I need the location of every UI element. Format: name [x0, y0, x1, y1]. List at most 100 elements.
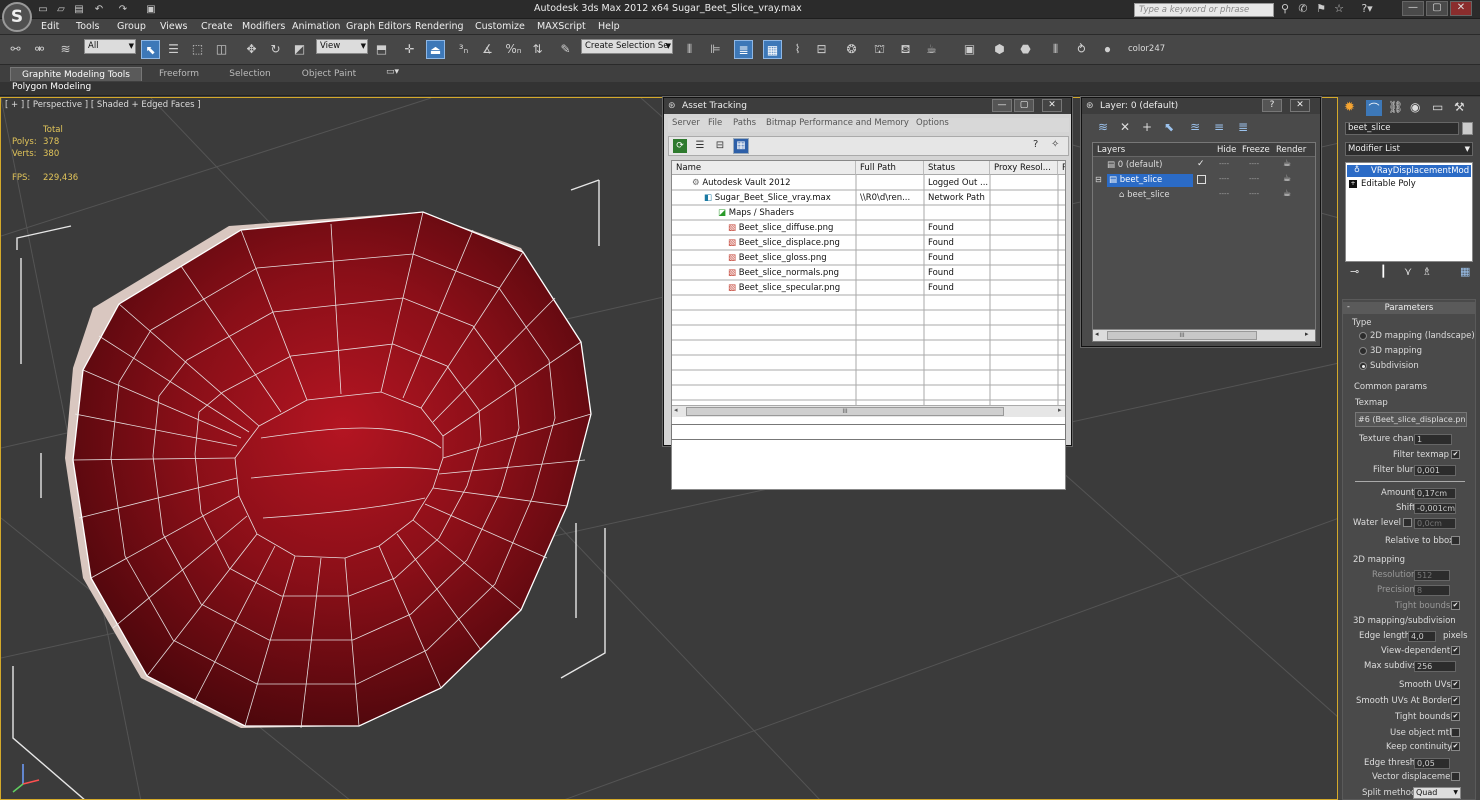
add-to-layer-icon[interactable]: +	[1142, 120, 1152, 134]
minimize-button[interactable]: —	[1402, 1, 1424, 16]
menu-modifiers[interactable]: Modifiers	[242, 21, 285, 32]
modify-tab-icon[interactable]: ⌒	[1366, 100, 1382, 116]
tight-bounds-3d-checkbox[interactable]: ✔	[1451, 712, 1460, 721]
project-folder-icon[interactable]: ▣	[144, 3, 158, 16]
search-input[interactable]: Type a keyword or phrase	[1134, 3, 1274, 17]
spinner-snap-icon[interactable]: ⇅	[528, 40, 547, 59]
polygon-modeling-label[interactable]: Polygon Modeling	[12, 82, 91, 92]
redo-icon[interactable]: ↷	[116, 3, 130, 16]
object-name-field[interactable]: beet_slice	[1345, 122, 1459, 135]
curve-editor-icon[interactable]: ⌇	[788, 40, 807, 59]
stack-item-vray-displacement[interactable]: VRayDisplacementMod	[1347, 165, 1471, 177]
undo-icon[interactable]: ↶	[92, 3, 106, 16]
hide-toggle[interactable]: ----	[1219, 175, 1229, 183]
menu-animation[interactable]: Animation	[292, 21, 340, 32]
layer-row[interactable]: ⌂ beet_slice ---- ---- ☕	[1093, 189, 1315, 203]
table-row[interactable]: ▧ Beet_slice_gloss.png	[728, 251, 827, 265]
max-subdivs-spinner[interactable]: 256	[1414, 661, 1456, 672]
scroll-thumb[interactable]: III	[1107, 331, 1257, 340]
display-tab-icon[interactable]: ▭	[1432, 100, 1443, 114]
pivot-center-icon[interactable]: ⬒	[372, 40, 391, 59]
select-layer-objects-icon[interactable]: ⬉	[1164, 120, 1174, 134]
texmap-button[interactable]: #6 (Beet_slice_displace.png)	[1355, 412, 1467, 427]
shift-spinner[interactable]: -0,001cm	[1414, 503, 1456, 514]
asset-help-icon[interactable]: ?	[1033, 139, 1038, 150]
scroll-right-arrow[interactable]: ▸	[1058, 406, 1062, 414]
active-layer-check-icon[interactable]: ✓	[1197, 159, 1205, 169]
asset-tracking-titlebar[interactable]: ⊛ Asset Tracking — ▢ ✕	[664, 98, 1071, 114]
close-button[interactable]: ✕	[1450, 1, 1472, 16]
keep-continuity-checkbox[interactable]: ✔	[1451, 742, 1460, 751]
col-name[interactable]: Name	[672, 161, 856, 175]
freeze-toggle[interactable]: ----	[1249, 175, 1259, 183]
layer-close-button[interactable]: ✕	[1290, 99, 1310, 112]
utilities-tab-icon[interactable]: ⚒	[1454, 100, 1465, 114]
vray-light-icon[interactable]: ⬣	[1016, 40, 1035, 59]
communication-center-icon[interactable]: ✆	[1296, 2, 1310, 16]
water-level-checkbox[interactable]	[1403, 518, 1412, 527]
application-button[interactable]: S	[2, 2, 32, 32]
move-icon[interactable]: ✥	[242, 40, 261, 59]
scroll-thumb[interactable]: III	[686, 407, 1004, 416]
scale-icon[interactable]: ◩	[290, 40, 309, 59]
col-hide[interactable]: Hide	[1217, 145, 1236, 155]
layer-help-button[interactable]: ?	[1262, 99, 1282, 112]
asset-horizontal-scrollbar[interactable]: ◂ III ▸	[672, 405, 1065, 417]
remove-modifier-icon[interactable]: ♗	[1422, 265, 1432, 278]
layer-row[interactable]: ⊟ ▤ beet_slice ---- ---- ☕	[1093, 174, 1315, 188]
vector-displacement-checkbox[interactable]	[1451, 772, 1460, 781]
freeze-all-layers-icon[interactable]: ≣	[1238, 120, 1248, 134]
help-icon[interactable]: ?▾	[1356, 2, 1378, 16]
make-unique-icon[interactable]: ⋎	[1404, 265, 1412, 278]
radio-3d-mapping[interactable]	[1359, 347, 1367, 355]
parameters-title[interactable]: Parameters	[1343, 302, 1475, 314]
smooth-uvs-borders-checkbox[interactable]: ✔	[1451, 696, 1460, 705]
precision-spinner[interactable]: 8	[1414, 585, 1450, 596]
angle-snap-icon[interactable]: ∡	[478, 40, 497, 59]
refresh-icon[interactable]: ⟳	[673, 139, 687, 153]
pin-stack-icon[interactable]: ⊸	[1350, 265, 1359, 278]
relative-bbox-checkbox[interactable]	[1451, 536, 1460, 545]
radio-subdivision[interactable]	[1359, 362, 1367, 370]
edge-thresh-spinner[interactable]: 0,05	[1414, 758, 1450, 769]
object-color-swatch[interactable]	[1462, 122, 1473, 135]
freeze-toggle[interactable]: ----	[1249, 160, 1259, 168]
menu-graph-editors[interactable]: Graph Editors	[346, 21, 411, 32]
motion-tab-icon[interactable]: ◉	[1410, 100, 1420, 114]
rotate-icon[interactable]: ↻	[266, 40, 285, 59]
snaps-toggle-icon[interactable]: ³ₙ	[454, 40, 473, 59]
asset-menu-server[interactable]: Server	[672, 118, 700, 128]
col-full-path[interactable]: Full Path	[856, 161, 924, 175]
window-crossing-icon[interactable]: ◫	[212, 40, 231, 59]
schematic-view-icon[interactable]: ⊟	[812, 40, 831, 59]
menu-tools[interactable]: Tools	[76, 21, 99, 32]
render-production-icon[interactable]: ☕	[922, 40, 941, 59]
table-row[interactable]: ▧ Beet_slice_diffuse.png	[728, 221, 833, 235]
table-row[interactable]: ◪ Maps / Shaders	[718, 206, 794, 220]
set-active-layer-checkbox[interactable]	[1197, 175, 1206, 184]
select-by-name-icon[interactable]: ☰	[164, 40, 183, 59]
table-view-icon[interactable]: ▦	[733, 138, 749, 154]
asset-menu-file[interactable]: File	[708, 118, 722, 128]
asset-menu-options[interactable]: Options	[916, 118, 949, 128]
selection-filter-dropdown[interactable]: All ▼	[84, 39, 136, 54]
select-object-icon[interactable]: ⬉	[141, 40, 160, 59]
light-bulb-icon[interactable]: ♁	[1354, 165, 1360, 174]
hide-toggle[interactable]: ----	[1219, 190, 1229, 198]
vray-frame-buffer-icon[interactable]: ▣	[960, 40, 979, 59]
layer-horizontal-scrollbar[interactable]: ◂ III ▸	[1093, 329, 1315, 341]
edge-length-spinner[interactable]: 4,0	[1408, 631, 1436, 642]
amount-spinner[interactable]: 0,17cm	[1414, 488, 1456, 499]
save-file-icon[interactable]: ▤	[72, 3, 86, 16]
graphite-toggle-icon[interactable]: ▦	[763, 40, 782, 59]
stack-item-editable-poly[interactable]: Editable Poly	[1347, 178, 1471, 190]
freeze-toggle[interactable]: ----	[1249, 190, 1259, 198]
filter-blur-spinner[interactable]: 0,001	[1414, 465, 1456, 476]
percent-snap-icon[interactable]: %ₙ	[504, 40, 523, 59]
vray-proxy-icon[interactable]: ⦀	[1046, 40, 1065, 59]
link-icon[interactable]: ⚯	[6, 40, 25, 59]
collapse-icon[interactable]: ⊟	[1095, 175, 1102, 184]
ribbon-options-icon[interactable]: ▭▾	[386, 67, 399, 77]
exchange-icon[interactable]: ⚑	[1314, 2, 1328, 16]
vray-object-icon[interactable]: ⬢	[990, 40, 1009, 59]
